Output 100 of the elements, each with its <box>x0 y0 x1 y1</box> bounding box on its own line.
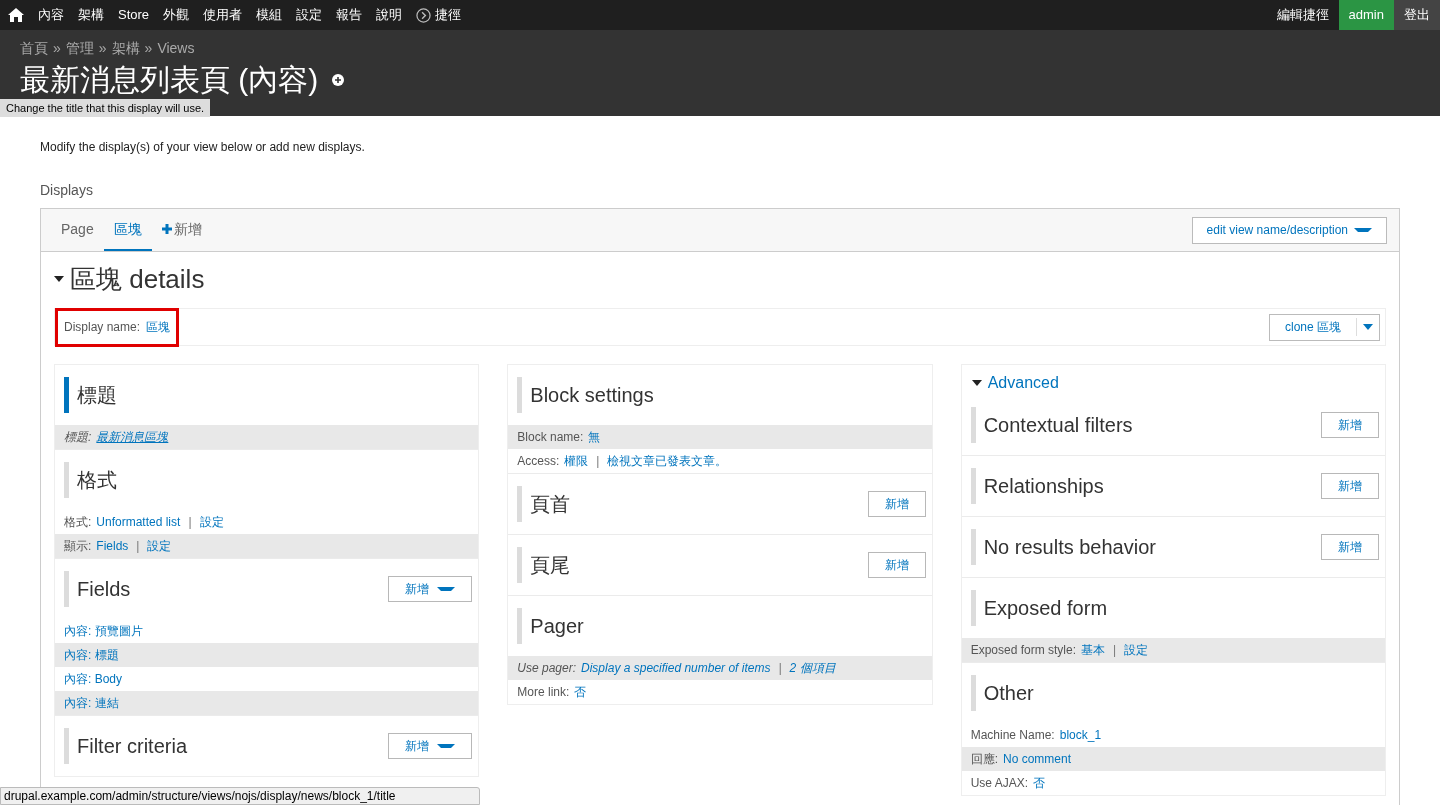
section-title: Fields <box>77 577 131 602</box>
toolbar-link[interactable]: 報告 <box>336 5 363 25</box>
setting-link[interactable]: 基本 <box>1081 641 1106 659</box>
link-separator: | <box>596 453 600 470</box>
add-button[interactable]: 新增 <box>867 491 926 517</box>
details-title: 區塊 details <box>70 262 205 296</box>
display-tab[interactable]: Page <box>51 209 104 251</box>
setting-link[interactable]: 內容: 連結 <box>64 694 119 712</box>
display-tab[interactable]: 區塊 <box>103 209 152 251</box>
add-button[interactable]: 新增 <box>1321 412 1379 438</box>
setting-label: 格式: <box>64 514 92 531</box>
setting-label: Use pager: <box>517 660 577 677</box>
toolbar-link[interactable]: admin <box>1338 0 1394 30</box>
setting-link[interactable]: 內容: Body <box>64 670 123 688</box>
section-title: Block settings <box>530 383 654 408</box>
section-title: Other <box>983 681 1034 706</box>
toolbar-link[interactable]: Store <box>118 5 150 25</box>
section-title: 頁首 <box>530 492 571 517</box>
setting-link[interactable]: 檢視文章已發表文章。 <box>607 452 728 470</box>
setting-link[interactable]: 否 <box>1033 774 1045 792</box>
setting-link[interactable]: 設定 <box>199 513 224 531</box>
setting-label: 回應: <box>970 751 998 768</box>
caret-icon[interactable] <box>54 276 64 282</box>
setting-link[interactable]: Fields <box>96 537 129 555</box>
status-url: drupal.example.com/admin/structure/views/nojs/display/news/block_1/title <box>0 787 480 805</box>
shortcuts-link[interactable]: 捷徑 <box>416 5 462 25</box>
setting-link[interactable]: 內容: 標題 <box>64 646 119 664</box>
setting-link[interactable]: 設定 <box>147 537 172 555</box>
setting-link[interactable]: 2 個項目 <box>789 659 836 677</box>
toolbar-link[interactable]: 編輯捷徑 <box>1266 0 1339 30</box>
setting-link[interactable]: 設定 <box>1124 641 1149 659</box>
link-separator: | <box>136 538 140 555</box>
breadcrumb-separator: » <box>98 39 107 58</box>
breadcrumb-separator: » <box>53 39 61 58</box>
setting-label: 顯示: <box>64 538 92 555</box>
toolbar-link[interactable]: 登出 <box>1394 0 1440 30</box>
display-name-link[interactable]: 區塊 <box>146 318 171 336</box>
setting-label: 標題: <box>64 429 92 446</box>
setting-link[interactable]: block_1 <box>1059 726 1102 744</box>
link-separator: | <box>188 514 192 531</box>
section-title: Contextual filters <box>983 413 1133 438</box>
setting-link[interactable]: Display a specified number of items <box>581 659 771 677</box>
chevron-circle-icon <box>416 7 432 23</box>
toolbar-link[interactable]: 模組 <box>256 5 283 25</box>
add-button[interactable]: 新增 <box>867 552 926 578</box>
setting-link[interactable]: 最新消息區塊 <box>96 428 169 446</box>
caret-icon <box>437 743 456 749</box>
section-title: Exposed form <box>983 596 1108 621</box>
add-button[interactable]: 新增 <box>1321 534 1379 560</box>
setting-label: Block name: <box>517 429 584 446</box>
page-title: 最新消息列表頁 (內容) <box>20 62 319 98</box>
toolbar-link[interactable]: 設定 <box>296 5 323 25</box>
breadcrumb-link[interactable]: 管理 <box>65 38 94 59</box>
breadcrumb-link[interactable]: 首頁 <box>20 38 48 59</box>
toolbar-link[interactable]: 內容 <box>38 5 64 25</box>
edit-view-button[interactable]: edit view name/description <box>1191 216 1387 244</box>
section-title: No results behavior <box>983 535 1156 560</box>
setting-label: Machine Name: <box>970 727 1055 744</box>
setting-label: Access: <box>517 453 560 470</box>
setting-label: Exposed form style: <box>970 642 1077 659</box>
displays-label: Displays <box>40 181 94 200</box>
breadcrumb-separator: » <box>144 39 153 58</box>
section-title: 格式 <box>77 468 117 493</box>
section-title: 標題 <box>77 383 117 408</box>
setting-link[interactable]: 否 <box>574 683 587 701</box>
section-title: Relationships <box>983 474 1104 499</box>
clone-button[interactable]: clone 區塊 <box>1268 313 1380 341</box>
toolbar-link[interactable]: 外觀 <box>163 5 190 25</box>
setting-label: Use AJAX: <box>970 775 1028 792</box>
caret-icon <box>971 380 982 386</box>
section-title: Filter criteria <box>77 734 187 759</box>
breadcrumb-link[interactable]: Views <box>157 38 195 59</box>
section-title: Pager <box>530 614 584 639</box>
toolbar-link[interactable]: 使用者 <box>203 5 243 25</box>
caret-icon <box>1354 227 1372 233</box>
section-title: 頁尾 <box>530 553 571 578</box>
setting-link[interactable]: 內容: 預覽圖片 <box>64 622 143 640</box>
display-name-label: Display name: <box>64 319 141 336</box>
toolbar-link[interactable]: 說明 <box>376 5 403 25</box>
plus-icon <box>161 224 172 234</box>
add-button[interactable]: 新增 <box>1321 473 1379 499</box>
setting-link[interactable]: 無 <box>588 428 601 446</box>
toolbar-link[interactable]: 架構 <box>78 5 104 25</box>
setting-label: More link: <box>517 684 570 701</box>
setting-link[interactable]: Unformatted list <box>96 513 181 531</box>
plus-circle-icon[interactable] <box>332 74 345 86</box>
link-separator: | <box>778 660 782 677</box>
add-display-tab[interactable]: 新增 <box>151 209 212 251</box>
advanced-toggle[interactable]: Advanced <box>961 365 1385 395</box>
link-separator: | <box>1113 642 1117 659</box>
setting-link[interactable]: No comment <box>1003 750 1072 768</box>
breadcrumb-link[interactable]: 架構 <box>111 38 140 59</box>
tooltip: Change the title that this display will use. <box>0 99 211 117</box>
add-button[interactable]: 新增 <box>388 733 473 759</box>
intro-text: Modify the display(s) of your view below or add new displays. <box>40 139 366 156</box>
caret-icon <box>437 586 456 592</box>
caret-icon <box>1363 324 1373 330</box>
add-button[interactable]: 新增 <box>388 576 473 602</box>
home-icon[interactable] <box>8 8 24 22</box>
setting-link[interactable]: 權限 <box>564 452 589 470</box>
